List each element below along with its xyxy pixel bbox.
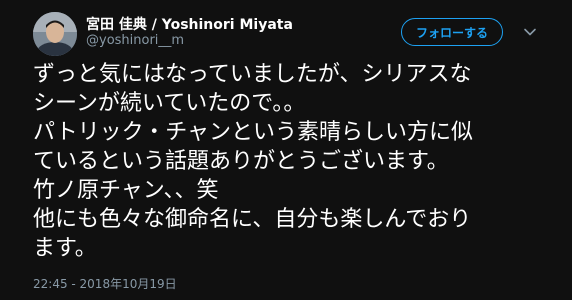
author-handle[interactable]: @yoshinori__m [86,33,184,48]
follow-button[interactable]: フォローする [401,18,503,46]
tweet-card: 宮田 佳典 / Yoshinori Miyata @yoshinori__m フ… [0,0,572,300]
chevron-down-icon[interactable] [523,24,537,38]
avatar-photo [33,12,77,56]
tweet-timestamp[interactable]: 22:45 - 2018年10月19日 [33,275,177,292]
author-name[interactable]: 宮田 佳典 / Yoshinori Miyata [86,14,293,34]
tweet-text: ずっと気にはなっていましたが、シリアスな シーンが続いていたので。。 パトリック… [33,62,474,261]
avatar[interactable] [33,12,77,56]
